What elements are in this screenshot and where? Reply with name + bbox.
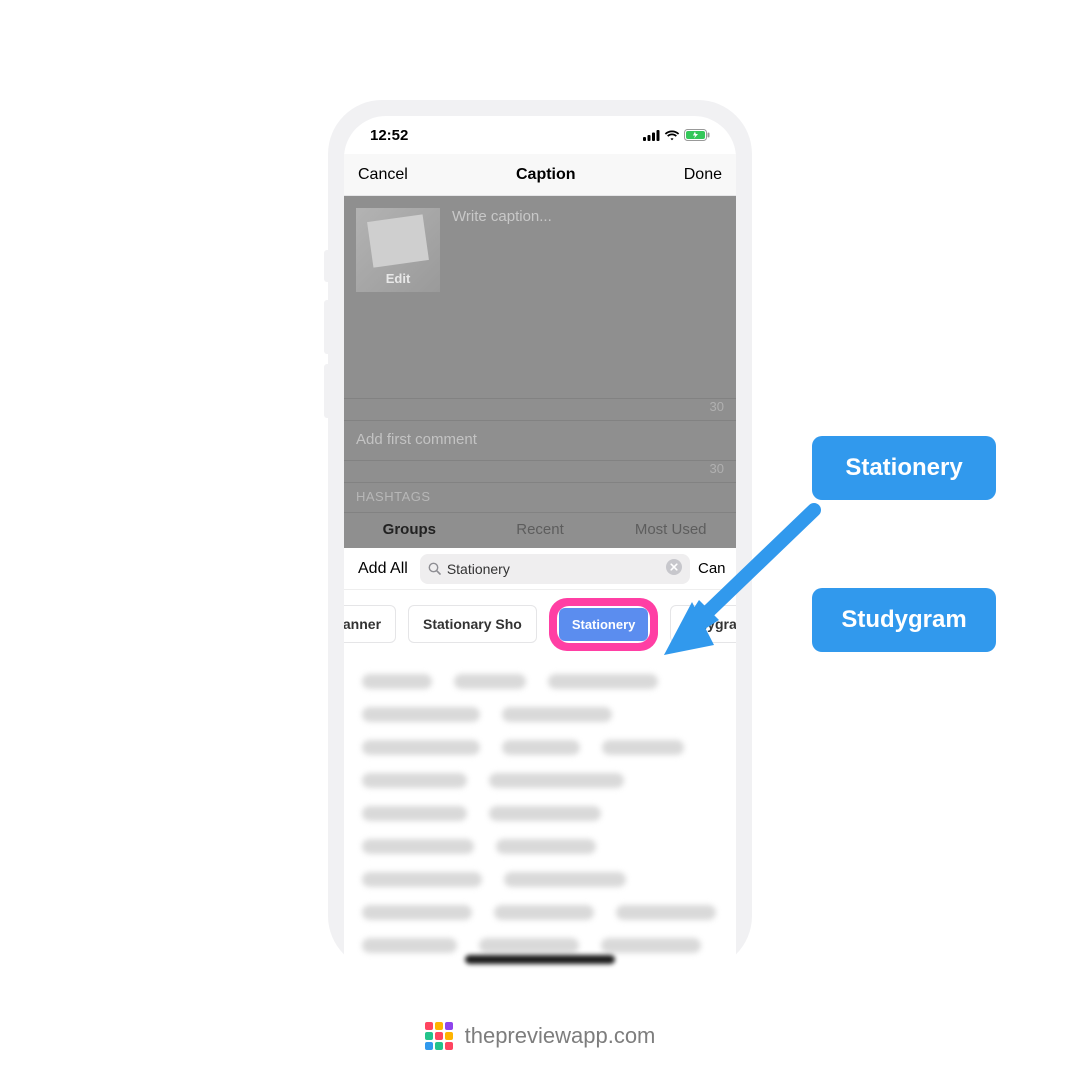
screen: 12:52 Cancel Caption Done Edit <box>344 116 736 970</box>
tab-recent[interactable]: Recent <box>475 513 606 548</box>
side-button <box>324 250 328 282</box>
search-row: Add All Stationery Cancel <box>344 548 736 590</box>
callout-studygram: Studygram <box>812 588 996 652</box>
chip-planner[interactable]: lanner <box>344 605 396 643</box>
hashtag-results <box>344 658 736 970</box>
status-time: 12:52 <box>370 127 408 144</box>
comment-char-count: 30 <box>344 460 736 482</box>
search-input[interactable]: Stationery <box>420 554 690 584</box>
tab-groups[interactable]: Groups <box>344 513 475 548</box>
highlight-ring: Stationery <box>549 598 659 651</box>
search-icon <box>428 562 441 575</box>
clear-icon[interactable] <box>666 559 682 578</box>
hashtag-group-chips[interactable]: lanner Stationary Sho Stationery tudygra… <box>344 590 736 658</box>
wifi-icon <box>664 130 680 141</box>
side-button <box>324 300 328 354</box>
nav-bar: Cancel Caption Done <box>344 154 736 196</box>
edit-label: Edit <box>386 271 411 286</box>
caption-area: Edit Write caption... <box>344 196 736 398</box>
chip-studygram[interactable]: tudygram <box>670 605 736 643</box>
cancel-button[interactable]: Cancel <box>358 166 408 184</box>
hashtag-tabs: Groups Recent Most Used <box>344 512 736 548</box>
dimmed-overlay: Edit Write caption... 30 Add first comme… <box>344 196 736 548</box>
home-indicator <box>465 955 615 964</box>
side-button <box>324 364 328 418</box>
footer-url: thepreviewapp.com <box>465 1023 656 1049</box>
status-bar: 12:52 <box>344 116 736 154</box>
status-icons <box>643 129 710 141</box>
preview-logo-icon <box>425 1022 453 1050</box>
caption-input[interactable]: Write caption... <box>452 208 552 386</box>
hashtags-section-label: HASHTAGS <box>344 482 736 512</box>
first-comment-input[interactable]: Add first comment <box>344 420 736 460</box>
post-thumbnail[interactable]: Edit <box>356 208 440 292</box>
signal-icon <box>643 130 660 141</box>
cancel-search-button[interactable]: Cancel <box>698 560 726 577</box>
chip-stationary-shop[interactable]: Stationary Sho <box>408 605 537 643</box>
add-all-button[interactable]: Add All <box>354 560 412 578</box>
footer-branding: thepreviewapp.com <box>0 1022 1080 1050</box>
search-value: Stationery <box>447 561 510 577</box>
tab-most-used[interactable]: Most Used <box>605 513 736 548</box>
page-title: Caption <box>516 166 576 184</box>
phone-frame: 12:52 Cancel Caption Done Edit <box>328 100 752 970</box>
done-button[interactable]: Done <box>684 166 722 184</box>
callout-stationery: Stationery <box>812 436 996 500</box>
battery-charging-icon <box>684 129 710 141</box>
caption-char-count: 30 <box>344 398 736 420</box>
chip-stationery[interactable]: Stationery <box>559 608 649 641</box>
